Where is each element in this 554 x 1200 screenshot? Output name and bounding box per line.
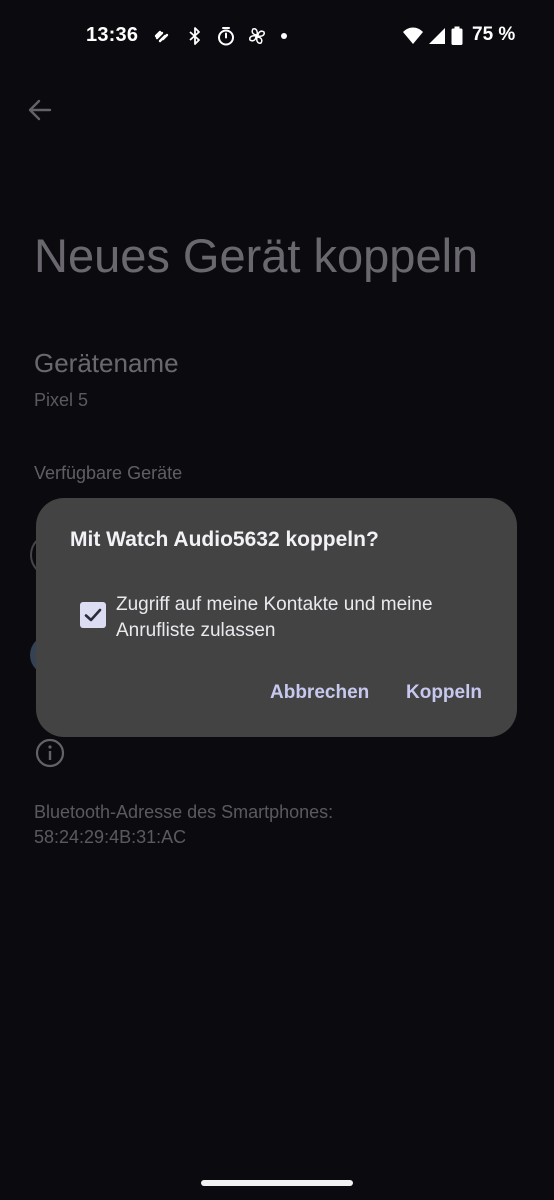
timer-icon bbox=[218, 27, 234, 46]
status-bar: 13:36 75 % bbox=[0, 0, 554, 72]
wifi-icon bbox=[403, 27, 423, 44]
available-devices-header: Verfügbare Geräte bbox=[34, 463, 183, 483]
checkmark-icon bbox=[84, 608, 102, 622]
info-icon bbox=[35, 738, 65, 768]
fan-icon bbox=[249, 28, 265, 44]
battery-percentage: 75 % bbox=[472, 24, 516, 45]
device-name-label[interactable]: Gerätename bbox=[34, 348, 179, 379]
cancel-button[interactable]: Abbrechen bbox=[270, 682, 369, 704]
back-arrow-icon[interactable] bbox=[26, 96, 54, 124]
bt-address-value: 58:24:29:4B:31:AC bbox=[34, 827, 187, 847]
bt-address-label: Bluetooth-Adresse des Smartphones: bbox=[34, 802, 334, 822]
pairing-dialog: Mit Watch Audio5632 koppeln? Zugriff auf… bbox=[36, 498, 517, 737]
dialog-title: Mit Watch Audio5632 koppeln? bbox=[70, 528, 379, 551]
bluetooth-icon bbox=[189, 27, 200, 45]
dot-icon bbox=[281, 33, 287, 39]
battery-icon bbox=[451, 26, 463, 45]
checkbox-label[interactable]: Zugriff auf meine Kontakte und meine Anr… bbox=[116, 592, 496, 644]
status-time: 13:36 bbox=[86, 24, 139, 46]
gesture-nav-handle[interactable] bbox=[201, 1180, 353, 1186]
pair-button[interactable]: Koppeln bbox=[406, 682, 482, 704]
cell-signal-icon bbox=[429, 28, 445, 44]
contacts-access-checkbox[interactable] bbox=[80, 602, 106, 628]
device-name-value: Pixel 5 bbox=[34, 390, 89, 410]
page-title: Neues Gerät koppeln bbox=[34, 229, 479, 282]
link-icon bbox=[154, 30, 169, 43]
